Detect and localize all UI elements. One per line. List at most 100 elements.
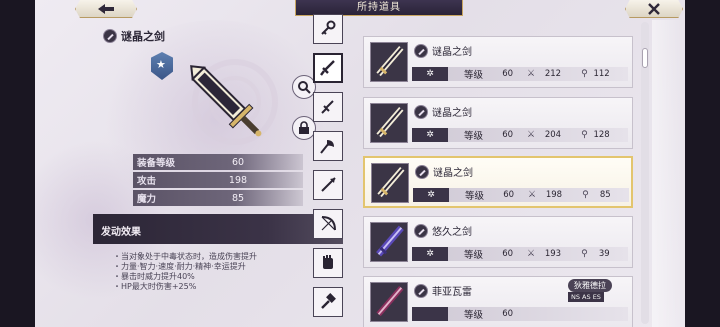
sword-icon: [320, 60, 335, 76]
close-icon: [648, 2, 660, 15]
effect-list: ・当对象处于中毒状态时，造成伤害提升 ・力量·智力·速度·耐力·精神·幸运提升 …: [113, 252, 343, 292]
owner-badge: 狄雅德拉: [568, 279, 612, 292]
close-button[interactable]: [625, 0, 683, 18]
detail-item-name-text: 谜晶之剑: [121, 30, 165, 43]
tab-glove[interactable]: [313, 248, 343, 278]
tab-sword[interactable]: [313, 53, 343, 83]
item-name-text: 菲亚瓦雷: [432, 287, 472, 298]
list-scrollbar[interactable]: [641, 22, 649, 324]
item-name: 谜晶之剑: [414, 104, 472, 119]
scroll-thumb[interactable]: [642, 48, 648, 68]
magic-icon: ⚲: [581, 69, 588, 79]
stat-label: 魔力: [137, 194, 157, 205]
weapon-thumbnail: [370, 282, 408, 322]
level-value: 60: [503, 190, 515, 200]
tab-key[interactable]: [313, 14, 343, 44]
item-name: 菲亚瓦雷: [414, 283, 472, 298]
sword-type-icon: [103, 29, 117, 43]
axe-icon: [320, 140, 334, 154]
level-value: 60: [502, 69, 514, 79]
item-stat-bar: ✲ 等级 60 ⚔ 204 ⚲ 128: [412, 128, 628, 142]
item-name-text: 谜晶之剑: [432, 108, 472, 119]
effect-line: ・力量·智力·速度·耐力·精神·幸运提升: [113, 262, 246, 271]
weapon-thumbnail: [370, 222, 408, 262]
sword-type-icon: [414, 43, 428, 58]
attack-value: 198: [545, 190, 563, 200]
detail-item-name: 谜晶之剑: [103, 28, 165, 44]
list-item[interactable]: 菲亚瓦雷 狄雅德拉 NS AS ES 等级 60: [363, 276, 633, 327]
search-icon: [298, 81, 311, 94]
element-icon: ✲: [412, 67, 448, 81]
level-label: 等级: [464, 131, 484, 142]
item-name: 谜晶之剑: [414, 43, 472, 58]
stat-row-magic: 魔力 85: [133, 190, 303, 206]
sword-type-icon: [414, 104, 428, 119]
bow-icon: [321, 216, 336, 231]
edge-shade: [652, 20, 685, 327]
level-label: 等级: [464, 310, 484, 321]
item-name-text: 悠久之剑: [432, 227, 472, 238]
attack-icon: ⚔: [527, 249, 536, 259]
stat-row-attack: 攻击 198: [133, 172, 303, 188]
item-list: 谜晶之剑 ✲ 等级 60 ⚔ 212 ⚲ 112 谜晶之剑 ✲ 等级 60 ⚔ …: [363, 22, 633, 327]
sword-type-icon: [414, 283, 428, 298]
stat-value: 85: [231, 192, 245, 204]
tab-axe[interactable]: [313, 131, 343, 161]
item-stat-bar: ✲ 等级 60 ⚔ 193 ⚲ 39: [412, 247, 628, 261]
magic-icon: ⚲: [582, 190, 589, 200]
magic-value: 128: [593, 130, 610, 140]
spear-icon: [321, 177, 336, 192]
item-stat-bar: 等级 60: [412, 307, 628, 321]
glove-icon: [323, 255, 333, 269]
level-value: 60: [502, 309, 514, 319]
stats-table: 装备等级 60 攻击 198 魔力 85: [133, 154, 303, 208]
dagger-icon: [321, 100, 334, 114]
item-name: 悠久之剑: [414, 223, 472, 238]
level-value: 60: [502, 249, 514, 259]
tab-hammer[interactable]: [313, 287, 343, 317]
effect-line: ・HP最大时伤害+25%: [113, 282, 197, 291]
element-icon: ✲: [412, 128, 448, 142]
attack-icon: ⚔: [527, 130, 536, 140]
item-stat-bar: ✲ 等级 60 ⚔ 198 ⚲ 85: [413, 188, 629, 202]
attack-value: 204: [544, 130, 562, 140]
key-icon: [321, 20, 336, 35]
item-name-text: 谜晶之剑: [433, 168, 473, 179]
category-tabs: [313, 14, 343, 326]
item-name: 谜晶之剑: [415, 164, 473, 179]
stat-label: 攻击: [137, 176, 157, 187]
top-bar: 所持道具: [35, 0, 685, 18]
list-item[interactable]: 谜晶之剑 ✲ 等级 60 ⚔ 212 ⚲ 112: [363, 36, 633, 88]
level-label: 等级: [464, 250, 484, 261]
effect-title: 发动效果: [93, 214, 343, 244]
element-icon: [412, 307, 448, 321]
rank-badge-icon: [151, 52, 173, 80]
attack-icon: ⚔: [527, 69, 536, 79]
weapon-image: [190, 59, 278, 145]
skill-tags: NS AS ES: [568, 292, 604, 302]
game-screen: 所持道具 谜晶之剑 ★ 装备等级 60 攻击 198 魔力 85 发动效果 ・当…: [35, 0, 685, 327]
effect-line: ・暴击时威力提升40%: [113, 272, 195, 281]
item-stat-bar: ✲ 等级 60 ⚔ 212 ⚲ 112: [412, 67, 628, 81]
item-detail-panel: 谜晶之剑 ★ 装备等级 60 攻击 198 魔力 85 发动效果 ・当对象处于中…: [93, 24, 343, 324]
list-item[interactable]: 谜晶之剑 ✲ 等级 60 ⚔ 204 ⚲ 128: [363, 97, 633, 149]
stat-value: 198: [228, 174, 248, 186]
level-label: 等级: [465, 191, 485, 202]
hammer-icon: [321, 293, 336, 309]
arrow-left-icon: [98, 3, 114, 14]
list-item-selected[interactable]: 谜晶之剑 ✲ 等级 60 ⚔ 198 ⚲ 85: [363, 156, 633, 208]
magic-value: 85: [599, 190, 611, 200]
list-item[interactable]: 悠久之剑 ✲ 等级 60 ⚔ 193 ⚲ 39: [363, 216, 633, 268]
item-name-text: 谜晶之剑: [432, 47, 472, 58]
magic-value: 112: [593, 69, 610, 79]
element-icon: ✲: [412, 247, 448, 261]
attack-value: 212: [544, 69, 562, 79]
tab-bow[interactable]: [313, 209, 343, 239]
sword-type-icon: [414, 223, 428, 238]
magic-icon: ⚲: [581, 130, 588, 140]
tab-dagger[interactable]: [313, 92, 343, 122]
element-icon: ✲: [413, 188, 449, 202]
back-button[interactable]: [75, 0, 137, 18]
stat-label: 装备等级: [137, 158, 176, 169]
tab-spear[interactable]: [313, 170, 343, 200]
